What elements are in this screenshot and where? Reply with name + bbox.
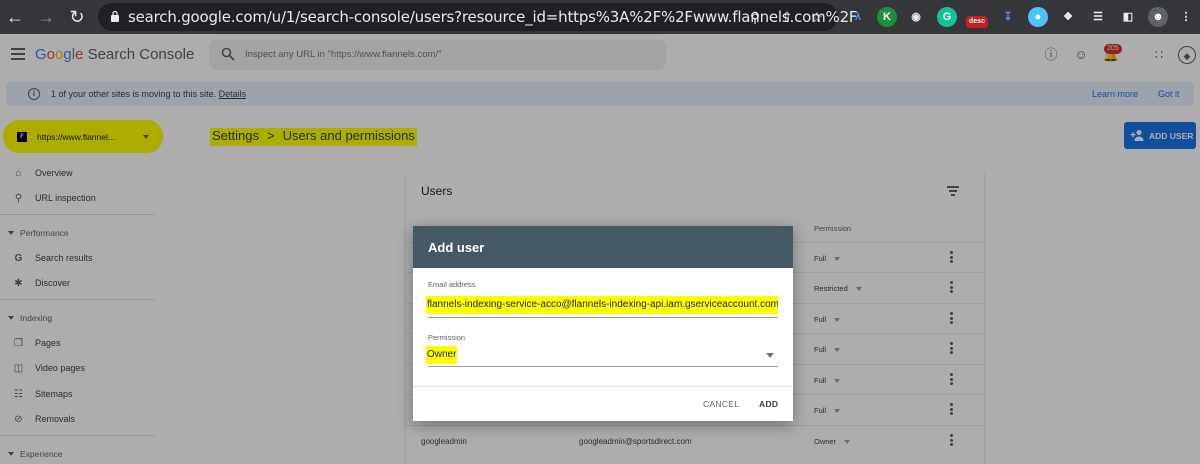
profile-avatar[interactable]: ☻	[1148, 7, 1168, 27]
sidepanel-icon[interactable]: ◧	[1118, 7, 1138, 27]
add-user-dialog: Add user Email address flannels-indexing…	[413, 226, 793, 421]
browser-menu-icon[interactable]: ⋮	[1176, 7, 1196, 27]
bookmark-star-icon[interactable]: ☆	[808, 8, 826, 26]
dialog-divider	[413, 386, 793, 387]
email-underline	[428, 317, 778, 318]
permission-select[interactable]: Owner	[426, 346, 458, 364]
email-label: Email address	[428, 280, 476, 289]
email-field[interactable]: flannels-indexing-service-acco@flannels-…	[426, 296, 778, 314]
zoom-icon[interactable]: ⚲	[746, 8, 764, 26]
extension-k-icon[interactable]: K	[877, 7, 897, 27]
dialog-title: Add user	[428, 240, 485, 255]
add-button[interactable]: ADD	[759, 399, 778, 409]
media-queue-icon[interactable]: ☰	[1088, 7, 1108, 27]
share-icon[interactable]: ⇧	[778, 8, 796, 26]
extension-download-icon[interactable]: ↧	[998, 7, 1018, 27]
permission-dropdown-arrow-icon[interactable]	[766, 353, 774, 358]
dialog-header: Add user	[413, 226, 793, 268]
reload-icon[interactable]: ↻	[66, 6, 88, 28]
extension-chat-icon[interactable]: ●	[1028, 7, 1048, 27]
permission-label: Permission	[428, 333, 466, 342]
permission-underline	[428, 366, 778, 367]
browser-toolbar: ← → ↻ search.google.com/u/1/search-conso…	[0, 0, 1200, 34]
extension-desc-icon[interactable]: desc	[966, 16, 988, 28]
address-bar[interactable]: search.google.com/u/1/search-console/use…	[98, 3, 858, 31]
back-icon[interactable]: ←	[4, 6, 26, 28]
lock-icon	[111, 10, 119, 22]
extension-lambda-icon[interactable]: λ	[848, 7, 868, 27]
extensions-puzzle-icon[interactable]: ❖	[1058, 7, 1078, 27]
forward-icon[interactable]: →	[35, 6, 57, 28]
extension-camera-icon[interactable]: ◉	[906, 7, 926, 27]
extension-grammarly-icon[interactable]: G	[937, 7, 957, 27]
cancel-button[interactable]: CANCEL	[703, 399, 739, 409]
